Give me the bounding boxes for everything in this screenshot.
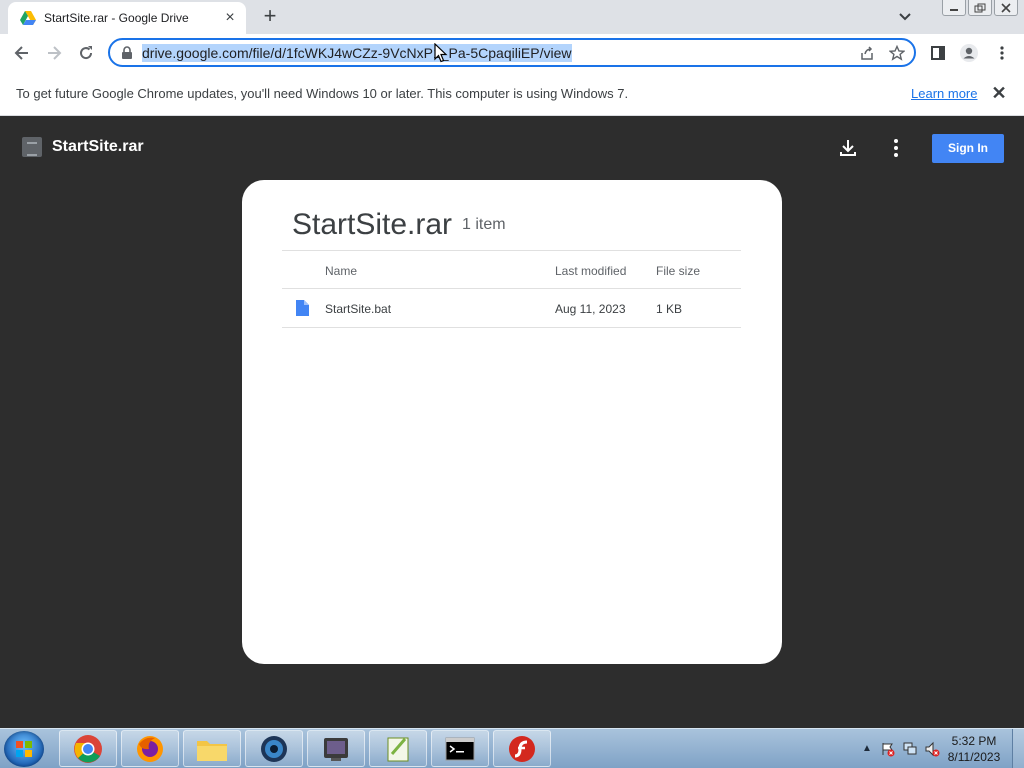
new-tab-button[interactable]: + [258,5,282,28]
document-file-icon [296,300,309,316]
archive-preview-card: StartSite.rar 1 item Name Last modified … [242,180,782,664]
volume-muted-icon[interactable] [924,741,940,757]
archive-item-count: 1 item [462,216,506,233]
clock-date[interactable]: 8/11/2023 [942,750,1006,764]
url-text[interactable]: drive.google.com/file/d/1fcWKJ4wCZz-9VcN… [142,43,572,62]
side-panel-icon[interactable] [927,42,949,64]
command-prompt-icon[interactable] [431,730,489,767]
start-button[interactable] [4,731,44,767]
virtualbox-icon[interactable] [307,730,365,767]
viewer-title: StartSite.rar [52,138,144,155]
table-header-row: Name Last modified File size [282,250,741,289]
file-modified: Aug 11, 2023 [555,302,626,316]
chrome-icon[interactable] [59,730,117,767]
file-name[interactable]: StartSite.bat [325,302,391,316]
address-bar[interactable]: drive.google.com/file/d/1fcWKJ4wCZz-9VcN… [108,38,916,67]
sign-in-button[interactable]: Sign In [932,134,1004,163]
browser-tab[interactable]: StartSite.rar - Google Drive × [8,2,246,34]
action-center-flag-icon[interactable] [880,741,896,757]
column-header-name[interactable]: Name [325,264,357,278]
file-size: 1 KB [656,302,683,316]
tab-search-chevron-icon[interactable] [895,8,915,26]
google-drive-icon [20,10,36,26]
file-explorer-icon[interactable] [183,730,241,767]
media-player-icon[interactable] [245,730,303,767]
tab-strip: StartSite.rar - Google Drive × + [0,0,1024,34]
back-arrow-icon[interactable] [11,42,33,64]
windows-taskbar: ▲ 5:32 PM 8/11/2023 [0,728,1024,768]
drive-file-viewer: StartSite.rar Sign In StartSite.rar 1 it… [0,116,1024,728]
browser-toolbar: drive.google.com/file/d/1fcWKJ4wCZz-9VcN… [0,34,1024,72]
flash-icon[interactable] [493,730,551,767]
mouse-cursor-icon [434,42,448,63]
chrome-menu-icon[interactable] [991,42,1013,64]
system-tray: ▲ 5:32 PM 8/11/2023 [834,729,1024,768]
tab-close-icon[interactable]: × [222,10,238,26]
archive-title: StartSite.rar [292,208,453,241]
restore-button[interactable] [968,0,992,16]
column-header-last-modified[interactable]: Last modified [555,264,626,278]
table-row[interactable]: StartSite.bat Aug 11, 2023 1 KB [282,289,741,328]
forward-arrow-icon[interactable] [43,42,65,64]
infobar-message: To get future Google Chrome updates, you… [16,86,629,101]
notepad-plus-icon[interactable] [369,730,427,767]
archive-file-icon [22,137,42,157]
download-icon[interactable] [836,136,860,160]
firefox-icon[interactable] [121,730,179,767]
close-window-button[interactable] [994,0,1018,16]
archive-file-table: Name Last modified File size StartSite.b… [282,250,741,328]
column-header-file-size[interactable]: File size [656,264,700,278]
tab-title: StartSite.rar - Google Drive [44,11,189,25]
clock-time[interactable]: 5:32 PM [944,734,1004,748]
learn-more-link[interactable]: Learn more [911,86,977,101]
show-desktop-button[interactable] [1012,729,1024,768]
infobar-close-icon[interactable]: ✕ [990,84,1008,102]
lock-icon[interactable] [120,45,134,60]
share-icon[interactable] [858,44,876,62]
more-options-icon[interactable] [886,136,906,160]
bookmark-star-icon[interactable] [888,44,906,62]
network-icon[interactable] [902,741,918,757]
minimize-button[interactable] [942,0,966,16]
profile-avatar-icon[interactable] [958,42,980,64]
update-infobar: To get future Google Chrome updates, you… [0,72,1024,116]
viewer-header: StartSite.rar Sign In [0,116,1024,180]
reload-icon[interactable] [75,42,97,64]
tray-chevron-up-icon[interactable]: ▲ [862,743,872,754]
